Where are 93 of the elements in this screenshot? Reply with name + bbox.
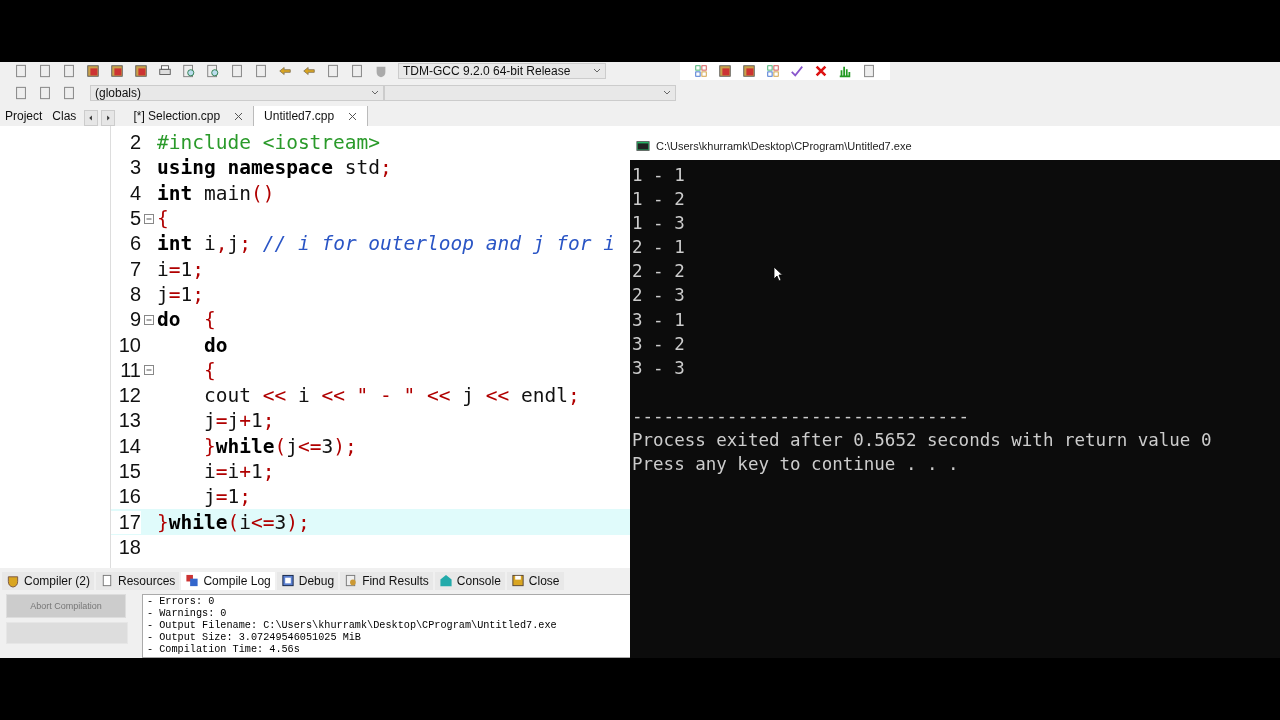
log-line: - Output Size: 3.07249546051025 MiB (147, 632, 362, 644)
log-line: - Output Filename: C:\Users\khurramk\Desktop\CProgram\Untitled7.exe (147, 620, 558, 632)
shield-icon[interactable] (374, 64, 388, 78)
page-icon[interactable] (254, 64, 268, 78)
page-icon[interactable] (230, 64, 244, 78)
check-icon[interactable] (790, 64, 804, 78)
mouse-pointer-icon (773, 266, 783, 282)
grid-icon[interactable] (694, 64, 708, 78)
fold-icon[interactable] (144, 365, 154, 376)
magnifier-icon[interactable] (206, 64, 220, 78)
code-line: j=j+1; (202, 409, 275, 433)
code-line: }while(i<=3); (157, 510, 310, 534)
window-icon[interactable] (86, 64, 100, 78)
console-line: 2 - 3 (632, 284, 685, 308)
arrow-icon[interactable] (302, 64, 316, 78)
code-line: cout << i << " - " << j << endl; (202, 384, 580, 408)
fold-icon[interactable] (144, 314, 154, 325)
arrow-icon[interactable] (278, 64, 292, 78)
panel-tab[interactable]: Compiler (2) (2, 572, 94, 590)
magnifier-icon (344, 574, 359, 588)
console-line: 1 - 1 (632, 164, 685, 187)
code-line: int main() (157, 181, 275, 205)
floppy-icon (510, 574, 525, 588)
window-icon[interactable] (110, 64, 124, 78)
editor-tab[interactable]: Untitled7.cpp (254, 106, 369, 126)
chart-icon[interactable] (838, 64, 852, 78)
scroll-right-button[interactable] (101, 110, 116, 126)
code-line: int i,j; // i for outerloop and j for i (157, 232, 615, 256)
code-line: i=i+1; (202, 460, 275, 483)
tab-label: Untitled7.cpp (264, 109, 335, 123)
console-icon (636, 139, 650, 153)
console-line: 1 - 2 (632, 188, 685, 212)
page-icon[interactable] (14, 64, 28, 78)
caret-icon[interactable] (593, 68, 601, 74)
code-line: j=1; (157, 282, 204, 306)
panel-tab[interactable]: Debug (276, 572, 339, 590)
code-line: using namespace std; (157, 156, 392, 180)
windows-icon (185, 574, 200, 588)
printer-icon[interactable] (158, 64, 172, 78)
console-line: Process exited after 0.5652 seconds with return value 0 (632, 429, 1212, 453)
page-icon (100, 574, 114, 588)
house-icon (438, 574, 453, 588)
close-icon[interactable] (348, 111, 358, 121)
panel-tab[interactable]: Compile Log (181, 572, 275, 590)
log-line: - Compilation Time: 4.56s (147, 644, 301, 656)
page-icon[interactable] (62, 64, 76, 78)
console-line: 2 - 1 (632, 236, 685, 260)
page-icon[interactable] (326, 64, 340, 78)
console-line: 1 - 3 (632, 212, 685, 236)
code-line: { (202, 358, 216, 382)
caret-icon[interactable] (371, 90, 379, 96)
page-icon[interactable] (14, 86, 28, 100)
code-line: j=1; (202, 485, 251, 509)
page-icon[interactable] (38, 64, 52, 78)
compiler-dropdown[interactable]: TDM-GCC 9.2.0 64-bit Release (398, 63, 606, 79)
tab-label: [*] Selection.cpp (133, 109, 221, 123)
code-line: #include <iostream> (157, 131, 381, 155)
console-line: 3 - 2 (632, 332, 685, 356)
code-line: do { (157, 308, 216, 332)
window-icon[interactable] (718, 64, 732, 78)
console-line: 2 - 2 (632, 260, 685, 284)
code-line: i=1; (157, 257, 204, 281)
panel-tab[interactable]: Close (506, 572, 564, 590)
close-icon[interactable] (234, 111, 244, 121)
page-icon[interactable] (38, 86, 52, 100)
shield-icon (6, 574, 20, 588)
log-line: - Errors: 0 (147, 596, 216, 608)
code-line: }while(j<=3); (202, 434, 357, 458)
page-icon[interactable] (62, 86, 76, 100)
cross-icon[interactable] (814, 64, 828, 78)
scope-dropdown[interactable]: (globals) (90, 85, 384, 101)
code-line: do (202, 333, 228, 357)
grid-icon[interactable] (766, 64, 780, 78)
panel-tab[interactable]: Find Results (340, 572, 433, 590)
window-icon[interactable] (742, 64, 756, 78)
page-icon[interactable] (350, 64, 364, 78)
fold-icon[interactable] (144, 213, 154, 224)
console-line: Press any key to continue . . . (632, 453, 959, 477)
panel-tab[interactable]: Console (434, 572, 505, 590)
console-line: 3 - 3 (632, 356, 685, 380)
caret-icon[interactable] (663, 90, 671, 96)
window-title: C:\Users\khurramk\Desktop\CProgram\Untitled7.exe (656, 140, 912, 152)
window-icon[interactable] (134, 64, 148, 78)
line-number: 17 (111, 510, 141, 534)
console-line: 3 - 1 (632, 308, 685, 332)
panel-tab[interactable]: Resources (96, 572, 180, 590)
scroll-left-button[interactable] (84, 110, 99, 126)
code-line: { (157, 207, 169, 231)
log-line: - Warnings: 0 (147, 608, 228, 620)
magnifier-icon[interactable] (182, 64, 196, 78)
page-icon[interactable] (862, 64, 876, 78)
console-line: -------------------------------- (632, 404, 970, 428)
window-icon (280, 574, 295, 588)
